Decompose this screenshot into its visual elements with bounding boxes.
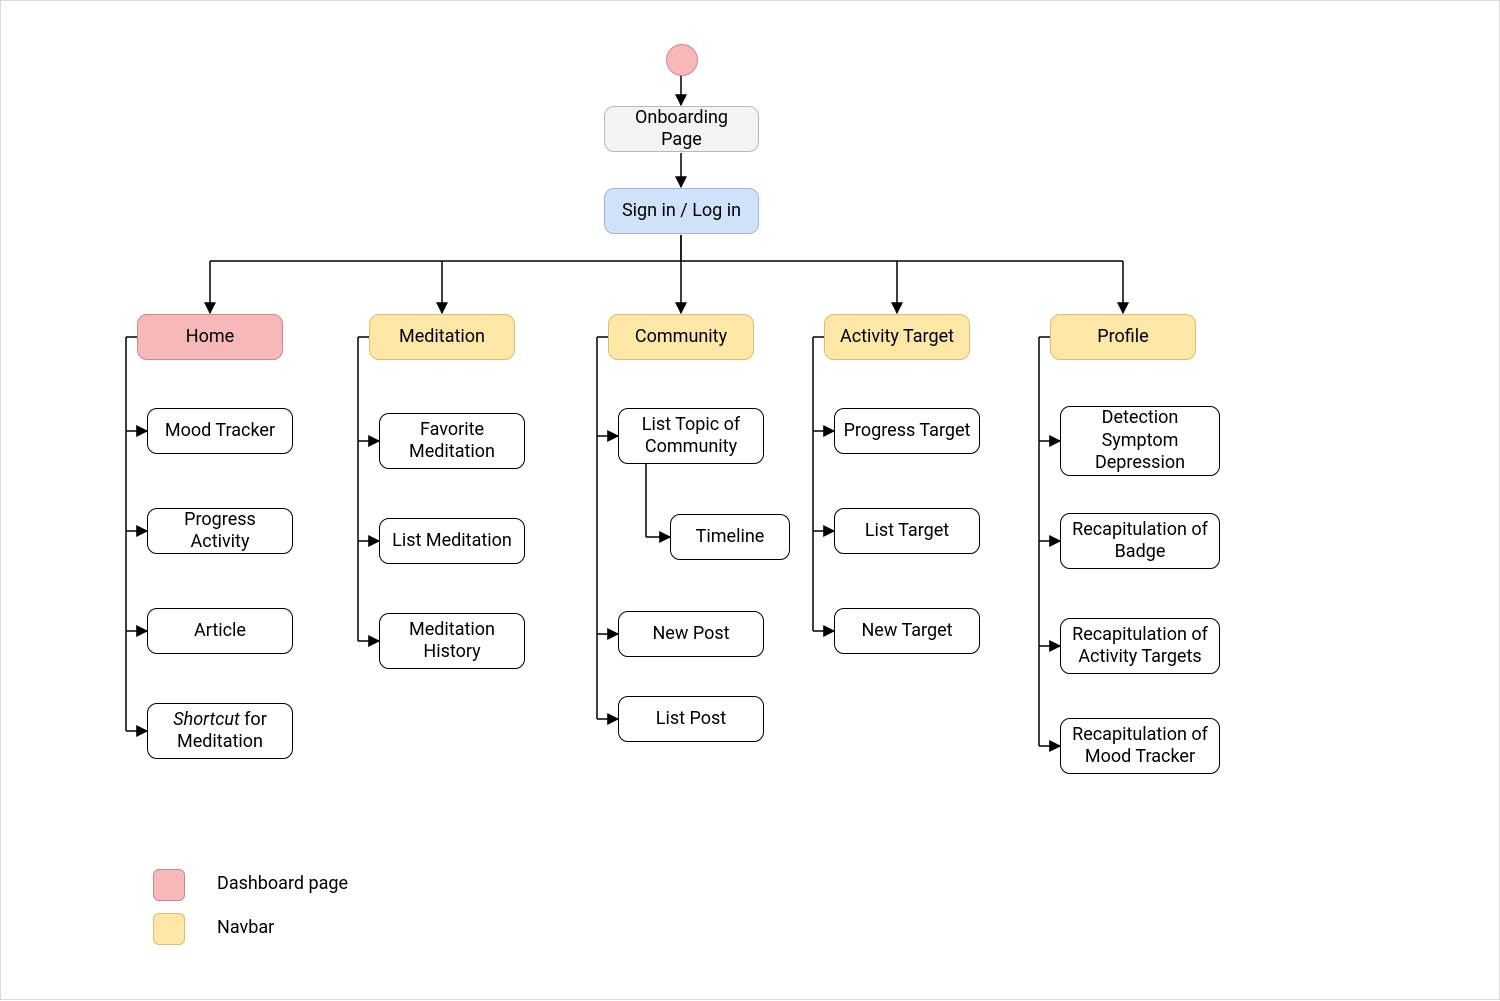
node-shortcut-meditation: Shortcut for Meditation [147, 703, 293, 759]
node-signin: Sign in / Log in [604, 188, 759, 234]
node-favorite-meditation: Favorite Meditation [379, 413, 525, 469]
node-home: Home [137, 314, 283, 360]
legend-label-dashboard: Dashboard page [217, 873, 348, 894]
start-node [666, 44, 698, 76]
node-timeline: Timeline [670, 514, 790, 560]
shortcut-italic: Shortcut [173, 709, 240, 730]
diagram-frame: Onboarding Page Sign in / Log in Home Mo… [0, 0, 1500, 1000]
node-new-post: New Post [618, 611, 764, 657]
node-list-post: List Post [618, 696, 764, 742]
node-profile: Profile [1050, 314, 1196, 360]
node-progress-target: Progress Target [834, 408, 980, 454]
node-recap-mood-tracker: Recapitulation of Mood Tracker [1060, 718, 1220, 774]
node-activity-target: Activity Target [824, 314, 970, 360]
node-recap-activity-targets: Recapitulation of Activity Targets [1060, 618, 1220, 674]
legend-swatch-navbar [153, 913, 185, 945]
node-article: Article [147, 608, 293, 654]
node-list-meditation: List Meditation [379, 518, 525, 564]
legend-label-navbar: Navbar [217, 917, 274, 938]
node-list-topic-community: List Topic of Community [618, 408, 764, 464]
node-new-target: New Target [834, 608, 980, 654]
node-meditation-history: Meditation History [379, 613, 525, 669]
legend-swatch-dashboard [153, 869, 185, 901]
node-list-target: List Target [834, 508, 980, 554]
node-recap-badge: Recapitulation of Badge [1060, 513, 1220, 569]
node-mood-tracker: Mood Tracker [147, 408, 293, 454]
node-onboarding: Onboarding Page [604, 106, 759, 152]
node-progress-activity: Progress Activity [147, 508, 293, 554]
node-detection-symptom: Detection Symptom Depression [1060, 406, 1220, 476]
node-meditation: Meditation [369, 314, 515, 360]
node-community: Community [608, 314, 754, 360]
